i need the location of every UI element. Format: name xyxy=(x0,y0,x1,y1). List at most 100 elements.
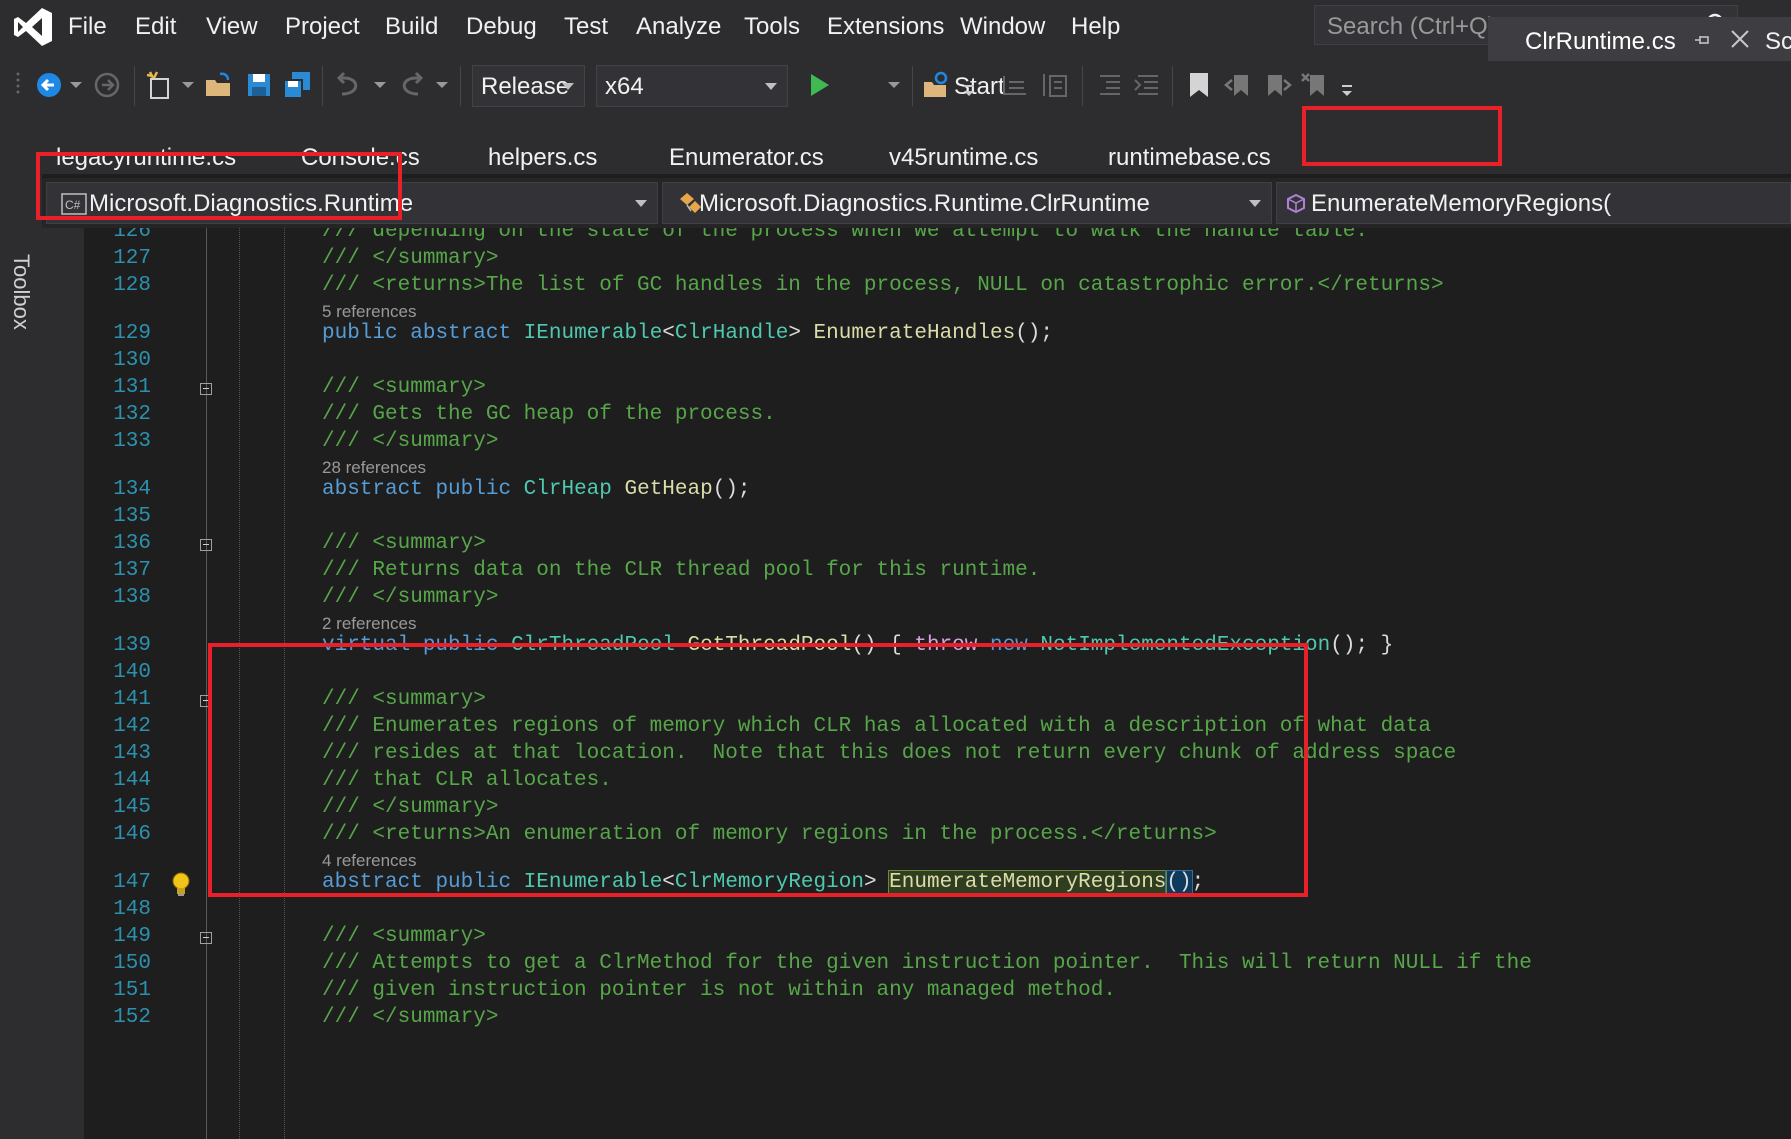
code-line: 141 /// <summary> xyxy=(42,686,1791,716)
code-line: 127 /// </summary> xyxy=(42,245,1791,275)
code-text: /// <returns>The list of GC handles in t… xyxy=(322,274,1444,297)
next-bookmark-icon[interactable] xyxy=(1262,70,1292,100)
code-line: 128 /// <returns>The list of GC handles i… xyxy=(42,272,1791,302)
navigate-forward-icon[interactable] xyxy=(92,70,122,100)
bookmark-icon[interactable] xyxy=(1184,70,1214,100)
menu-project[interactable]: Project xyxy=(285,13,360,41)
chevron-down-icon xyxy=(562,83,574,90)
line-number: 126 xyxy=(113,228,151,243)
code-line: 139 virtual public ClrThreadPool GetThrea… xyxy=(42,632,1791,662)
collapse-region-icon[interactable] xyxy=(200,539,212,551)
code-line: 142 /// Enumerates regions of memory whic… xyxy=(42,713,1791,743)
visual-studio-logo-icon[interactable] xyxy=(12,6,54,48)
menu-tools[interactable]: Tools xyxy=(744,13,800,41)
menu-test[interactable]: Test xyxy=(564,13,608,41)
codelens-references[interactable]: 5 references xyxy=(322,302,417,322)
tab-clrruntime-active[interactable]: ClrRuntime.cs Sc xyxy=(1488,17,1791,61)
toolbar-separator xyxy=(1082,66,1083,106)
menu-file[interactable]: File xyxy=(68,13,107,41)
start-dropdown-icon[interactable] xyxy=(888,82,900,88)
line-number: 147 xyxy=(113,871,151,894)
menu-debug[interactable]: Debug xyxy=(466,13,537,41)
decrease-indent-icon[interactable] xyxy=(1094,70,1124,100)
code-text: /// Attempts to get a ClrMethod for the … xyxy=(322,952,1532,975)
line-number: 148 xyxy=(113,898,151,921)
tab-partial[interactable]: Sc xyxy=(1765,28,1791,56)
new-project-dropdown-icon[interactable] xyxy=(182,82,194,88)
chevron-down-icon xyxy=(635,200,647,207)
code-line: 136 /// <summary> xyxy=(42,530,1791,560)
code-line: 133 /// </summary> xyxy=(42,428,1791,458)
code-line: 134 abstract public ClrHeap GetHeap(); xyxy=(42,476,1791,506)
close-icon[interactable] xyxy=(1729,28,1751,50)
new-project-icon[interactable] xyxy=(145,70,175,100)
tab-enumerator[interactable]: Enumerator.cs xyxy=(669,144,824,172)
line-number: 129 xyxy=(113,322,151,345)
tab-runtimebase[interactable]: runtimebase.cs xyxy=(1108,144,1271,172)
code-text: /// </summary> xyxy=(322,586,499,609)
redo-icon[interactable] xyxy=(396,70,426,100)
line-number: 137 xyxy=(113,559,151,582)
code-line: 149 /// <summary> xyxy=(42,923,1791,953)
menu-help[interactable]: Help xyxy=(1071,13,1120,41)
menu-extensions[interactable]: Extensions xyxy=(827,13,944,41)
undo-dropdown-icon[interactable] xyxy=(374,82,386,88)
configuration-value: Release xyxy=(481,73,570,100)
toolbar-grip-icon[interactable] xyxy=(14,70,22,100)
menu-view[interactable]: View xyxy=(206,13,258,41)
codelens-references[interactable]: 2 references xyxy=(322,614,417,634)
code-text: /// Enumerates regions of memory which C… xyxy=(322,715,1431,738)
collapse-region-icon[interactable] xyxy=(200,695,212,707)
code-text: /// that CLR allocates. xyxy=(322,769,612,792)
previous-bookmark-icon[interactable] xyxy=(1224,70,1254,100)
tab-helpers[interactable]: helpers.cs xyxy=(488,144,597,172)
project-dropdown[interactable]: C# Microsoft.Diagnostics.Runtime xyxy=(46,182,658,224)
increase-indent-icon[interactable] xyxy=(1132,70,1162,100)
codelens-references[interactable]: 28 references xyxy=(322,458,426,478)
code-line: 131 /// <summary> xyxy=(42,374,1791,404)
tab-legacyruntime[interactable]: legacyruntime.cs xyxy=(56,144,236,172)
toolbar-overflow-icon[interactable] xyxy=(1340,70,1354,100)
method-icon xyxy=(1287,193,1305,214)
start-play-icon[interactable] xyxy=(804,70,834,100)
code-line: 135 xyxy=(42,503,1791,533)
lightbulb-icon[interactable] xyxy=(170,872,192,898)
navigation-bar: C# Microsoft.Diagnostics.Runtime Microso… xyxy=(42,178,1791,228)
tab-console[interactable]: Console.cs xyxy=(301,144,420,172)
chevron-down-icon xyxy=(765,83,777,90)
toolbox-tab[interactable]: Toolbox xyxy=(8,254,34,330)
configuration-select[interactable]: Release xyxy=(472,65,585,107)
member-dropdown[interactable]: EnumerateMemoryRegions( xyxy=(1276,182,1791,224)
tab-v45runtime[interactable]: v45runtime.cs xyxy=(889,144,1038,172)
menu-edit[interactable]: Edit xyxy=(135,13,176,41)
uncomment-icon[interactable] xyxy=(1040,70,1070,100)
collapse-region-icon[interactable] xyxy=(200,383,212,395)
clear-bookmarks-icon[interactable] xyxy=(1300,70,1330,100)
code-text: /// </summary> xyxy=(322,247,499,270)
code-text: /// <summary> xyxy=(322,376,486,399)
codelens-references[interactable]: 4 references xyxy=(322,851,417,871)
navigate-back-dropdown-icon[interactable] xyxy=(70,82,82,88)
collapse-region-icon[interactable] xyxy=(200,932,212,944)
search-placeholder: Search (Ctrl+Q) xyxy=(1327,13,1496,40)
type-dropdown[interactable]: Microsoft.Diagnostics.Runtime.ClrRuntime xyxy=(662,182,1272,224)
menu-window[interactable]: Window xyxy=(960,13,1045,41)
code-line: 137 /// Returns data on the CLR thread po… xyxy=(42,557,1791,587)
undo-icon[interactable] xyxy=(334,70,364,100)
code-line: 132 /// Gets the GC heap of the process. xyxy=(42,401,1791,431)
save-icon[interactable] xyxy=(244,70,274,100)
menu-build[interactable]: Build xyxy=(385,13,438,41)
save-all-icon[interactable] xyxy=(282,70,312,100)
open-folder-icon[interactable] xyxy=(204,70,234,100)
type-dropdown-value: Microsoft.Diagnostics.Runtime.ClrRuntime xyxy=(699,190,1150,217)
toolbar-overflow-icon[interactable] xyxy=(962,70,976,100)
navigate-back-icon[interactable] xyxy=(34,70,64,100)
pin-icon[interactable] xyxy=(1693,31,1711,49)
code-editor[interactable]: 126 /// depending on the state of the pro… xyxy=(42,228,1791,1139)
platform-select[interactable]: x64 xyxy=(596,65,788,107)
redo-dropdown-icon[interactable] xyxy=(436,82,448,88)
line-number: 132 xyxy=(113,403,151,426)
toggle-comment-icon[interactable] xyxy=(1000,70,1030,100)
find-in-files-icon[interactable] xyxy=(922,70,952,100)
menu-analyze[interactable]: Analyze xyxy=(636,13,721,41)
